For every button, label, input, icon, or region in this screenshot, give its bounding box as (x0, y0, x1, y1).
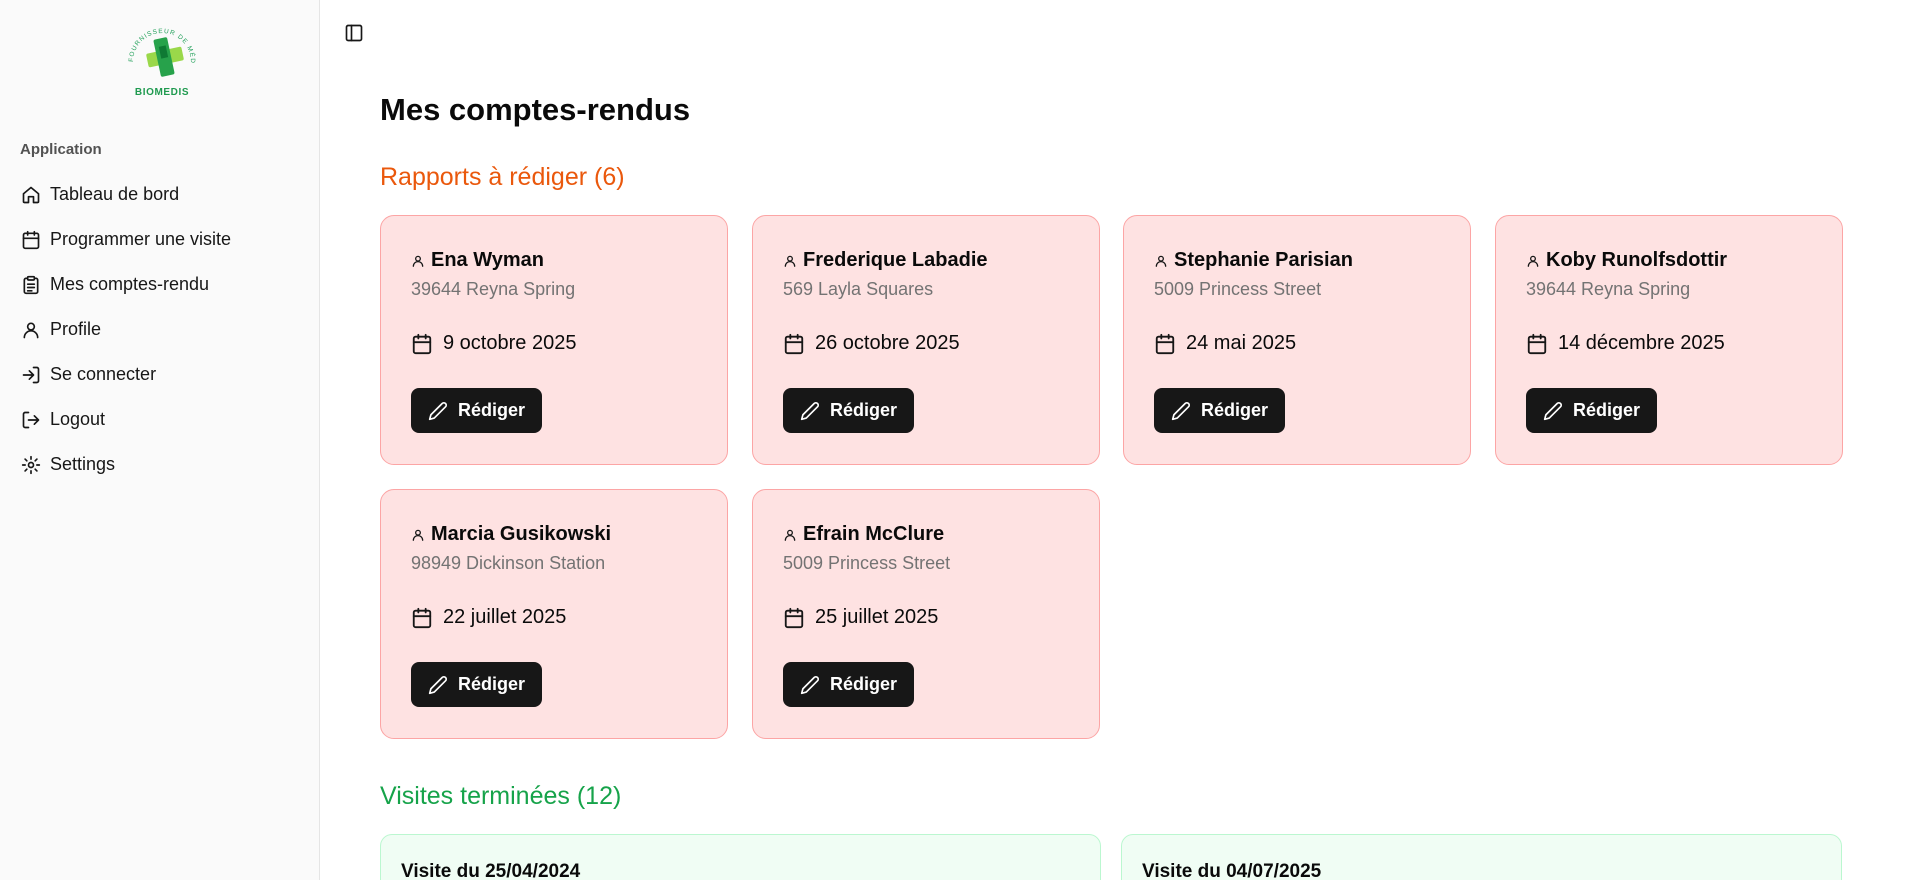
section-title-reports-to-write: Rapports à rédiger (6) (380, 163, 625, 191)
report-card: Koby Runolfsdottir 39644 Reyna Spring 14… (1495, 215, 1843, 465)
sidebar-toggle-button[interactable] (342, 21, 366, 45)
nav-group-label: Application (20, 141, 102, 158)
gear-icon (20, 454, 42, 476)
patient-name: Koby Runolfsdottir (1546, 249, 1728, 271)
visit-date: 26 octobre 2025 (815, 332, 960, 354)
pencil-icon (1543, 401, 1563, 421)
sidebar-item-profile[interactable]: Profile (20, 307, 310, 352)
patient-address: 98949 Dickinson Station (411, 553, 606, 573)
sidebar-item-label: Settings (50, 454, 116, 474)
calendar-icon (1526, 333, 1548, 355)
visit-date: 22 juillet 2025 (443, 606, 567, 628)
pencil-icon (428, 401, 448, 421)
biomedis-logo[interactable]: FOURNISSEUR DE MÉDICAMENTS BIOMEDIS (119, 14, 205, 100)
sidebar-item-label: Mes comptes-rendu (50, 274, 210, 294)
logout-icon (20, 409, 42, 431)
write-report-button[interactable]: Rédiger (1154, 388, 1285, 433)
page-title: Mes comptes-rendus (380, 92, 691, 127)
calendar-icon (411, 333, 433, 355)
write-report-label: Rédiger (1200, 400, 1269, 420)
patient-name: Stephanie Parisian (1174, 249, 1353, 271)
write-report-label: Rédiger (1572, 400, 1641, 420)
write-report-button[interactable]: Rédiger (411, 388, 542, 433)
pencil-icon (800, 675, 820, 695)
sidebar-item-label: Profile (50, 319, 102, 339)
visit-date: 9 octobre 2025 (443, 332, 577, 354)
visit-date: 25 juillet 2025 (815, 606, 939, 628)
write-report-label: Rédiger (829, 400, 898, 420)
report-card: Marcia Gusikowski 98949 Dickinson Statio… (380, 489, 728, 739)
patient-address: 569 Layla Squares (783, 279, 934, 299)
svg-text:BIOMEDIS: BIOMEDIS (135, 87, 189, 98)
report-card: Frederique Labadie 569 Layla Squares 26 … (752, 215, 1100, 465)
calendar-icon (783, 607, 805, 629)
completed-visit-card[interactable]: Visite du 04/07/2025 (1121, 834, 1842, 880)
patient-name: Ena Wyman (431, 249, 544, 271)
calendar-icon (411, 607, 433, 629)
completed-visit-card[interactable]: Visite du 25/04/2024 (380, 834, 1101, 880)
write-report-button[interactable]: Rédiger (783, 388, 914, 433)
user-icon (411, 254, 425, 268)
pencil-icon (1171, 401, 1191, 421)
patient-address: 5009 Princess Street (1154, 279, 1322, 299)
visit-date: 24 mai 2025 (1186, 332, 1297, 354)
patient-address: 5009 Princess Street (783, 553, 951, 573)
sidebar-item-programmer-une-visite[interactable]: Programmer une visite (20, 217, 310, 262)
sidebar-item-settings[interactable]: Settings (20, 442, 310, 487)
calendar-icon (783, 333, 805, 355)
user-icon (783, 528, 797, 542)
patient-name: Frederique Labadie (803, 249, 988, 271)
user-icon (783, 254, 797, 268)
sidebar-item-se-connecter[interactable]: Se connecter (20, 352, 310, 397)
write-report-button[interactable]: Rédiger (411, 662, 542, 707)
completed-visit-title: Visite du 04/07/2025 (1142, 861, 1322, 880)
pencil-icon (428, 675, 448, 695)
report-card: Efrain McClure 5009 Princess Street 25 j… (752, 489, 1100, 739)
report-card: Stephanie Parisian 5009 Princess Street … (1123, 215, 1471, 465)
clipboard-icon (20, 274, 42, 296)
write-report-label: Rédiger (457, 674, 526, 694)
visit-date: 14 décembre 2025 (1558, 332, 1725, 354)
home-icon (20, 184, 42, 206)
section-title-completed-visits: Visites terminées (12) (380, 782, 622, 810)
calendar-icon (1154, 333, 1176, 355)
user-icon (411, 528, 425, 542)
calendar-icon (20, 229, 42, 251)
sidebar: FOURNISSEUR DE MÉDICAMENTS BIOMEDIS Appl… (0, 0, 320, 880)
user-icon (1154, 254, 1168, 268)
sidebar-item-label: Se connecter (50, 364, 157, 384)
sidebar-item-label: Tableau de bord (50, 184, 180, 204)
write-report-label: Rédiger (457, 400, 526, 420)
write-report-button[interactable]: Rédiger (783, 662, 914, 707)
completed-visit-title: Visite du 25/04/2024 (401, 861, 581, 880)
sidebar-item-tableau-de-bord[interactable]: Tableau de bord (20, 172, 310, 217)
report-card: Ena Wyman 39644 Reyna Spring 9 octobre 2… (380, 215, 728, 465)
patient-address: 39644 Reyna Spring (411, 279, 576, 299)
write-report-button[interactable]: Rédiger (1526, 388, 1657, 433)
patient-name: Efrain McClure (803, 523, 945, 545)
panel-left-icon (345, 24, 363, 42)
write-report-label: Rédiger (829, 674, 898, 694)
user-icon (1526, 254, 1540, 268)
pencil-icon (800, 401, 820, 421)
patient-name: Marcia Gusikowski (431, 523, 612, 545)
sidebar-item-logout[interactable]: Logout (20, 397, 310, 442)
login-icon (20, 364, 42, 386)
sidebar-nav: Tableau de bord Programmer une visite Me… (20, 172, 310, 487)
sidebar-item-label: Logout (50, 409, 106, 429)
sidebar-item-mes-comptes-rendu[interactable]: Mes comptes-rendu (20, 262, 310, 307)
patient-address: 39644 Reyna Spring (1526, 279, 1691, 299)
user-icon (20, 319, 42, 341)
sidebar-item-label: Programmer une visite (50, 229, 232, 249)
